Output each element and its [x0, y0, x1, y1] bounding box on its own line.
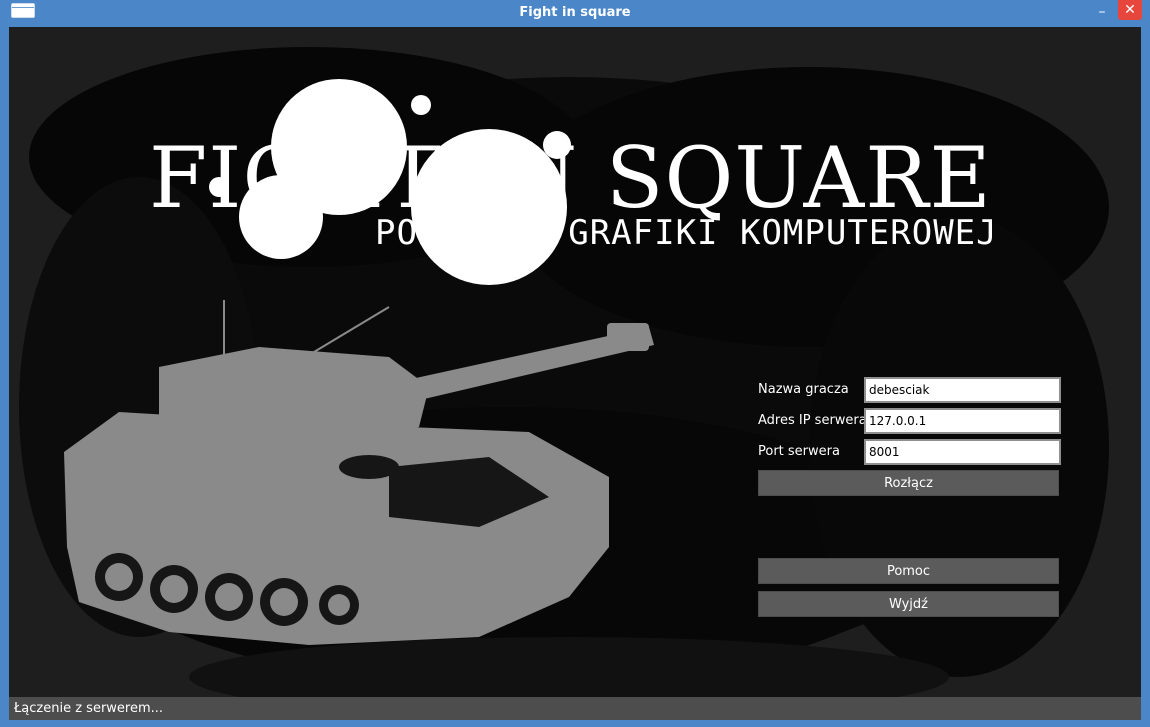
disconnect-button[interactable]: Rozłącz: [758, 470, 1059, 496]
close-icon: ✕: [1124, 2, 1136, 18]
exit-button[interactable]: Wyjdź: [758, 591, 1059, 617]
status-text: Łączenie z serwerem...: [14, 701, 164, 716]
server-ip-input[interactable]: [864, 408, 1061, 434]
game-logo-subtitle: PODSTAWY GRAFIKI KOMPUTEROWEJ: [375, 213, 998, 253]
minimize-button[interactable]: –: [1093, 5, 1111, 21]
window-titlebar[interactable]: Fight in square – ✕: [0, 0, 1150, 26]
window-title: Fight in square: [519, 5, 631, 20]
status-bar: Łączenie z serwerem...: [9, 697, 1141, 720]
minimize-icon: –: [1098, 4, 1106, 20]
server-port-label: Port serwera: [758, 444, 840, 459]
window-bottom-border: [0, 720, 1150, 727]
player-name-input[interactable]: [864, 377, 1061, 403]
server-ip-label: Adres IP serwera: [758, 413, 867, 428]
help-button[interactable]: Pomoc: [758, 558, 1059, 584]
main-panel: FIGHT IN SQUARE PODSTAWY GRAFIKI KOMPUTE…: [9, 27, 1141, 697]
server-port-input[interactable]: [864, 439, 1061, 465]
player-name-label: Nazwa gracza: [758, 382, 849, 397]
close-button[interactable]: ✕: [1118, 0, 1142, 20]
